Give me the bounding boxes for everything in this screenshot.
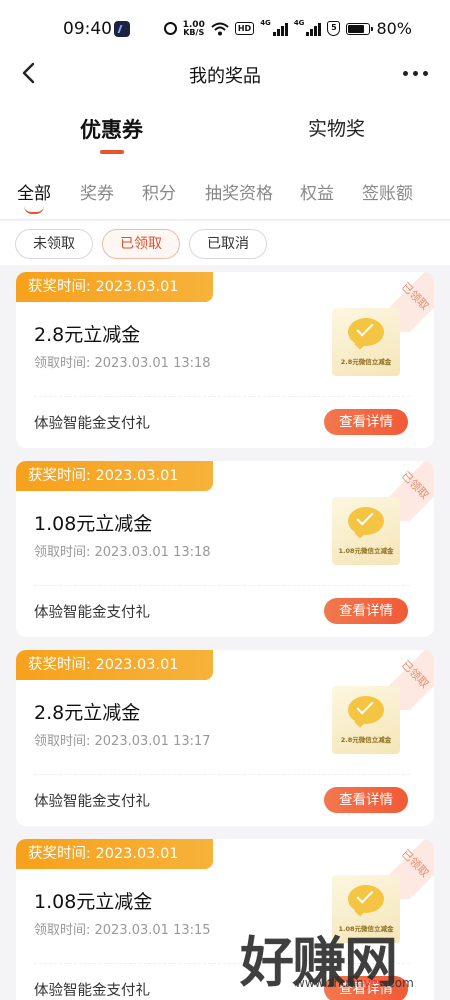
thumbnail-label: 2.8元微信立减金 xyxy=(340,736,392,744)
battery-level xyxy=(348,24,365,33)
award-time-tag: 获奖时间: 2023.03.01 13:15 xyxy=(16,839,213,892)
site-watermark: 好赚网 www.zhuanyes.com xyxy=(240,918,430,998)
battery-percent: 80% xyxy=(376,19,412,38)
network-speed-unit: KB/S xyxy=(183,27,205,37)
network-speed: 1.00 KB/S xyxy=(183,20,205,37)
claim-time: 领取时间: 2023.03.01 13:15 xyxy=(34,923,211,938)
signal-label-2: 4G xyxy=(293,19,305,27)
category-active-indicator xyxy=(24,206,44,214)
claimed-stamp-label: 已领取 xyxy=(398,847,432,880)
claim-time: 领取时间: 2023.03.01 13:17 xyxy=(34,734,211,749)
status-time: 09:40 xyxy=(63,19,112,39)
status-filter-row: 未领取 已领取 已取消 xyxy=(0,221,450,265)
security-shield-icon: 5 xyxy=(327,21,341,36)
prize-list: 获奖时间: 2023.03.01 13:18 已领取 2.8元立减金 领取时间:… xyxy=(16,272,434,1000)
wifi-icon xyxy=(211,22,229,36)
alarm-icon xyxy=(163,22,177,35)
tab-coupons[interactable]: 优惠券 xyxy=(80,114,143,144)
gift-source: 体验智能金支付礼 xyxy=(34,794,150,810)
category-tab-credit[interactable]: 签账额 xyxy=(362,179,413,204)
category-tabs: 全部 奖券 积分 抽奖资格 权益 签账额 xyxy=(0,162,450,220)
watermark-url: www.zhuanyes.com xyxy=(295,976,414,990)
page-title: 我的奖品 xyxy=(189,66,261,87)
award-time-tag: 获奖时间: 2023.03.01 13:18 xyxy=(16,461,213,514)
card-divider xyxy=(34,396,410,397)
navigation-bar: 我的奖品 xyxy=(0,58,450,90)
category-tab-points[interactable]: 积分 xyxy=(142,179,176,204)
card-divider xyxy=(34,585,410,586)
filter-unclaimed[interactable]: 未领取 xyxy=(15,229,93,259)
claim-time: 领取时间: 2023.03.01 13:18 xyxy=(34,356,211,371)
prize-title: 2.8元立减金 xyxy=(34,702,141,724)
hd-badge: HD xyxy=(234,22,255,35)
category-tab-vouchers[interactable]: 奖券 xyxy=(80,179,114,204)
claimed-stamp-label: 已领取 xyxy=(398,280,432,313)
category-tab-benefits[interactable]: 权益 xyxy=(300,179,334,204)
claimed-stamp-label: 已领取 xyxy=(398,658,432,691)
prize-card[interactable]: 获奖时间: 2023.03.01 13:18 已领取 1.08元立减金 领取时间… xyxy=(16,461,434,637)
card-divider xyxy=(34,774,410,775)
claimed-stamp-label: 已领取 xyxy=(398,469,432,502)
main-tabs: 优惠券 实物奖 xyxy=(0,90,450,162)
watermark-url-highlight: yes xyxy=(363,976,385,990)
prize-title: 1.08元立减金 xyxy=(34,513,153,535)
signal-icon-2 xyxy=(306,22,322,36)
prize-card[interactable]: 获奖时间: 2023.03.01 13:17 已领取 2.8元立减金 领取时间:… xyxy=(16,650,434,826)
coupon-thumbnail: 2.8元微信立减金 xyxy=(332,308,400,376)
prize-card[interactable]: 获奖时间: 2023.03.01 13:18 已领取 2.8元立减金 领取时间:… xyxy=(16,272,434,448)
award-time-tag: 获奖时间: 2023.03.01 13:18 xyxy=(16,272,213,325)
watermark-url-prefix: www.zhuan xyxy=(295,976,364,990)
prize-title: 2.8元立减金 xyxy=(34,324,141,346)
prize-title: 1.08元立减金 xyxy=(34,891,153,913)
active-tab-indicator xyxy=(100,150,124,154)
coupon-thumbnail: 2.8元微信立减金 xyxy=(332,686,400,754)
more-options-icon[interactable] xyxy=(403,71,428,76)
battery-icon xyxy=(346,22,374,35)
gift-source: 体验智能金支付礼 xyxy=(34,605,150,621)
tab-physical-prizes[interactable]: 实物奖 xyxy=(308,114,365,141)
gift-source: 体验智能金支付礼 xyxy=(34,983,150,999)
category-tab-lottery[interactable]: 抽奖资格 xyxy=(205,179,273,204)
coupon-thumbnail: 1.08元微信立减金 xyxy=(332,497,400,565)
award-time-tag: 获奖时间: 2023.03.01 13:17 xyxy=(16,650,213,703)
thumbnail-label: 1.08元微信立减金 xyxy=(338,547,394,555)
app-notification-icon xyxy=(114,21,130,37)
signal-icon-1 xyxy=(272,22,288,36)
status-bar: 09:40 1.00 KB/S HD 4G 4G 5 80% xyxy=(0,0,450,58)
gift-source: 体验智能金支付礼 xyxy=(34,416,150,432)
signal-label-1: 4G xyxy=(260,19,271,27)
thumbnail-label: 2.8元微信立减金 xyxy=(340,358,392,366)
view-details-button[interactable]: 查看详情 xyxy=(324,787,408,813)
category-tab-all[interactable]: 全部 xyxy=(17,179,51,204)
watermark-url-suffix: .com xyxy=(384,976,414,990)
view-details-button[interactable]: 查看详情 xyxy=(324,598,408,624)
status-icons: 1.00 KB/S HD 4G 4G 5 80% xyxy=(163,19,412,38)
filter-cancelled[interactable]: 已取消 xyxy=(189,229,267,259)
filter-claimed[interactable]: 已领取 xyxy=(102,229,180,259)
view-details-button[interactable]: 查看详情 xyxy=(324,409,408,435)
claim-time: 领取时间: 2023.03.01 13:18 xyxy=(34,545,211,560)
